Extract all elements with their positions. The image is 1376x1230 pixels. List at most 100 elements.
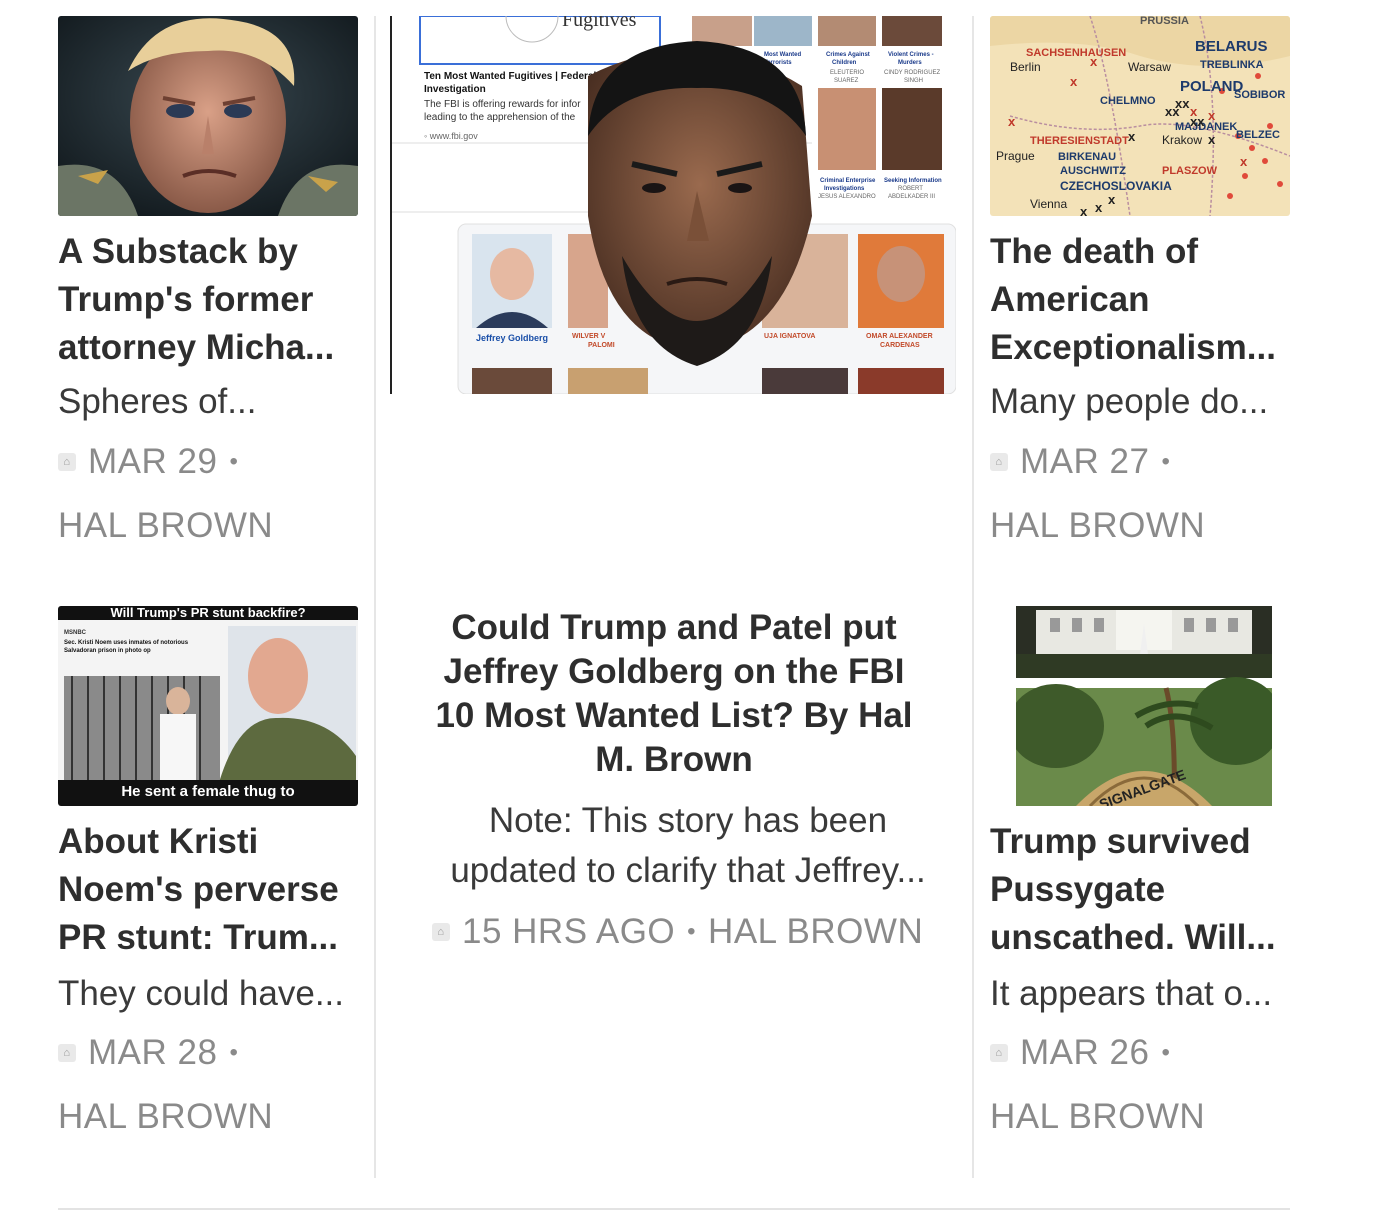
svg-text:WILVER V: WILVER V [572, 333, 606, 340]
svg-text:x: x [1095, 200, 1103, 215]
svg-text:Most Wanted: Most Wanted [764, 52, 801, 58]
svg-text:CINDY RODRIGUEZ: CINDY RODRIGUEZ [884, 70, 941, 76]
svg-text:OMAR ALEXANDER: OMAR ALEXANDER [866, 333, 933, 340]
svg-text:SINGH: SINGH [904, 78, 923, 84]
svg-text:x: x [1108, 192, 1116, 207]
svg-text:ABDELKADER III: ABDELKADER III [888, 194, 935, 200]
svg-text:Berlin: Berlin [1010, 60, 1041, 74]
post-title[interactable]: About Kristi Noem's perverse PR stunt: T… [58, 818, 358, 962]
svg-text:SOBIBOR: SOBIBOR [1234, 89, 1285, 101]
svg-text:Crimes Against: Crimes Against [826, 52, 870, 58]
svg-text:x: x [1128, 129, 1136, 144]
svg-text:SACHSENHAUSEN: SACHSENHAUSEN [1026, 47, 1126, 59]
post-meta: ⌂ MAR 27 • [990, 442, 1170, 482]
svg-text:x: x [1008, 114, 1016, 129]
post-excerpt: Spheres of... [58, 382, 257, 421]
post-excerpt: It appears that o... [990, 974, 1273, 1013]
post-author[interactable]: HAL BROWN [708, 912, 923, 952]
post-excerpt: They could have... [58, 974, 344, 1013]
svg-text:Warsaw: Warsaw [1128, 60, 1171, 74]
meta-separator: • [229, 448, 239, 475]
svg-text:PRUSSIA: PRUSSIA [1140, 16, 1189, 27]
svg-text:x: x [1070, 74, 1078, 89]
meta-separator: • [1161, 1039, 1171, 1066]
bottom-divider [58, 1208, 1290, 1210]
svg-text:Prague: Prague [996, 149, 1035, 163]
post-date: MAR 27 [1020, 442, 1150, 481]
svg-text:BELARUS: BELARUS [1195, 38, 1268, 55]
post-author[interactable]: HAL BROWN [58, 1097, 273, 1137]
post-title[interactable]: A Substack by Trump's former attorney Mi… [58, 228, 358, 372]
paywall-lock-icon: ⌂ [990, 453, 1008, 471]
svg-text:xx: xx [1165, 104, 1180, 119]
svg-text:Ten Most Wanted Fugitives | Fe: Ten Most Wanted Fugitives | Federal B [424, 71, 606, 82]
svg-text:MSNBC: MSNBC [64, 630, 87, 636]
svg-text:CARDENAS: CARDENAS [880, 342, 920, 349]
svg-text:Investigation: Investigation [424, 84, 486, 95]
svg-text:Violent Crimes -: Violent Crimes - [888, 52, 934, 58]
svg-text:x: x [1090, 54, 1098, 69]
post-thumbnail[interactable]: SIGNALGATE [1016, 606, 1272, 806]
svg-text:leading to the apprehension of: leading to the apprehension of the [424, 112, 576, 123]
svg-text:UJA IGNATOVA: UJA IGNATOVA [764, 333, 815, 340]
svg-text:PALOMI: PALOMI [588, 342, 615, 349]
paywall-lock-icon: ⌂ [432, 923, 450, 941]
svg-text:Criminal Enterprise: Criminal Enterprise [820, 178, 876, 184]
meta-separator: • [1161, 448, 1171, 475]
meta-separator: • [687, 918, 697, 945]
post-meta: ⌂ MAR 29 • [58, 442, 238, 482]
column-divider-right [972, 16, 974, 1178]
svg-text:CZECHOSLOVAKIA: CZECHOSLOVAKIA [1060, 179, 1172, 193]
featured-excerpt: Note: This story has been updated to cla… [450, 801, 926, 890]
paywall-lock-icon: ⌂ [58, 1044, 76, 1062]
svg-text:Seeking Information: Seeking Information [884, 178, 942, 184]
svg-text:THERESIENSTADT: THERESIENSTADT [1030, 135, 1129, 147]
svg-text:AUSCHWITZ: AUSCHWITZ [1060, 165, 1126, 177]
svg-text:Jeffrey Goldberg: Jeffrey Goldberg [476, 333, 548, 343]
svg-text:x: x [1208, 108, 1216, 123]
post-excerpt: Many people do... [990, 382, 1269, 421]
featured-title[interactable]: Could Trump and Patel put Jeffrey Goldbe… [430, 606, 918, 782]
post-date: 15 HRS AGO [462, 912, 676, 951]
paywall-lock-icon: ⌂ [58, 453, 76, 471]
post-date: MAR 29 [88, 442, 218, 481]
post-thumbnail[interactable]: PRUSSIA BELARUS POLAND CHELMNO SOBIBOR T… [990, 16, 1290, 216]
column-divider-left [374, 16, 376, 1178]
post-title[interactable]: Trump survived Pussygate unscathed. Will… [990, 818, 1290, 962]
svg-text:ROBERT: ROBERT [898, 186, 923, 192]
svg-text:Sec. Kristi Noem uses inmates: Sec. Kristi Noem uses inmates of notorio… [64, 640, 189, 646]
svg-text:Children: Children [832, 60, 857, 66]
post-thumbnail[interactable]: Will Trump's PR stunt backfire? MSNBC Se… [58, 606, 358, 806]
svg-text:BELZEC: BELZEC [1236, 129, 1280, 141]
svg-text:Will Trump's PR stunt backfire: Will Trump's PR stunt backfire? [110, 606, 305, 620]
post-author[interactable]: HAL BROWN [58, 506, 273, 546]
svg-text:PLASZOW: PLASZOW [1162, 165, 1218, 177]
svg-text:CHELMNO: CHELMNO [1100, 95, 1156, 107]
svg-text:x: x [1240, 154, 1248, 169]
featured-meta: ⌂ 15 HRS AGO • HAL BROWN [432, 912, 923, 952]
svg-text:Salvadoran prison in photo op: Salvadoran prison in photo op [64, 648, 151, 654]
svg-text:◦ www.fbi.gov: ◦ www.fbi.gov [424, 131, 478, 141]
post-thumbnail[interactable] [58, 16, 358, 216]
svg-text:MAJDANEK: MAJDANEK [1175, 121, 1237, 133]
svg-text:JESUS ALEXANDRO: JESUS ALEXANDRO [818, 194, 876, 200]
post-author[interactable]: HAL BROWN [990, 506, 1205, 546]
svg-text:The FBI is offering rewards fo: The FBI is offering rewards for infor [424, 99, 581, 110]
svg-text:xx: xx [1190, 114, 1205, 129]
paywall-lock-icon: ⌂ [990, 1044, 1008, 1062]
svg-text:Murders: Murders [898, 60, 922, 66]
svg-text:Investigations: Investigations [824, 186, 865, 192]
post-date: MAR 28 [88, 1033, 218, 1072]
featured-thumbnail[interactable]: Fugitives Ten Most Wanted Fugitives | Fe… [390, 16, 956, 394]
svg-text:TREBLINKA: TREBLINKA [1200, 59, 1264, 71]
svg-text:x: x [1080, 204, 1088, 216]
meta-separator: • [229, 1039, 239, 1066]
post-meta: ⌂ MAR 26 • [990, 1033, 1170, 1073]
fugitives-header: Fugitives [562, 16, 637, 31]
svg-text:He sent a female thug to: He sent a female thug to [121, 783, 294, 800]
post-author[interactable]: HAL BROWN [990, 1097, 1205, 1137]
svg-text:ELEUTERIO: ELEUTERIO [830, 70, 864, 76]
svg-text:BIRKENAU: BIRKENAU [1058, 151, 1116, 163]
post-meta: ⌂ MAR 28 • [58, 1033, 238, 1073]
post-title[interactable]: The death of American Exceptionalism... [990, 228, 1290, 372]
